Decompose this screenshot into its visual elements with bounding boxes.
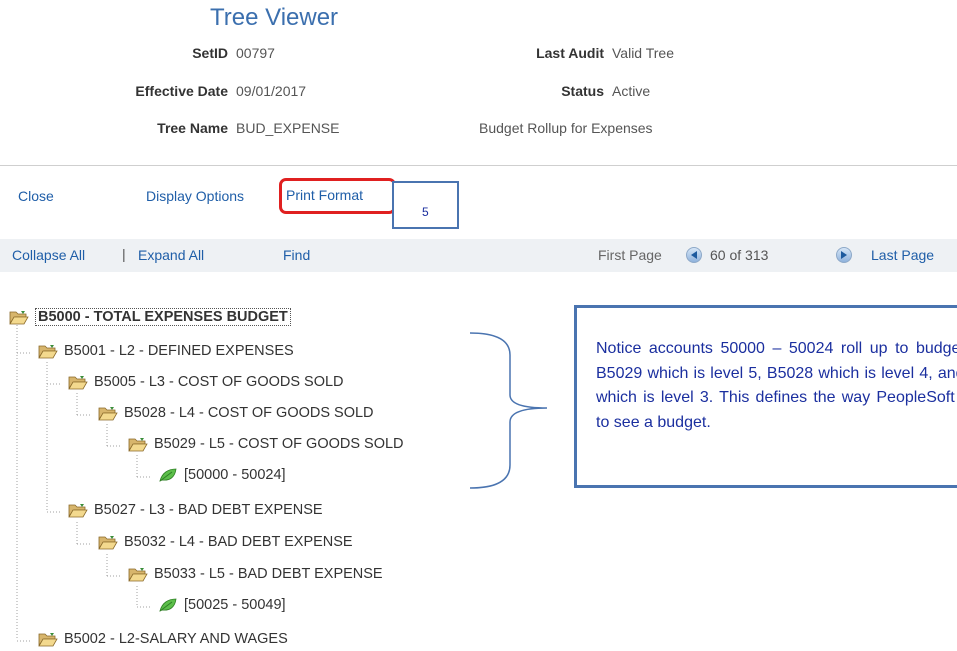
curly-brace-annotation [469,332,548,489]
tree-node-b5033[interactable]: B5033 - L5 - BAD DEBT EXPENSE [128,566,383,582]
tree-node-b5027[interactable]: B5027 - L3 - BAD DEBT EXPENSE [68,502,323,518]
tree-leaf-label: [50000 - 50024] [184,467,286,483]
open-folder-icon [38,633,58,647]
annotation-note-text: Notice accounts 50000 – 50024 roll up to… [596,340,957,431]
open-folder-icon [9,311,29,325]
tree-node-label: B5027 - L3 - BAD DEBT EXPENSE [94,502,323,518]
annotation-note: Notice accounts 50000 – 50024 roll up to… [574,305,957,488]
tree-node-b5005[interactable]: B5005 - L3 - COST OF GOODS SOLD [68,374,344,390]
tree-node-b5032[interactable]: B5032 - L4 - BAD DEBT EXPENSE [98,534,353,550]
open-folder-icon [68,504,88,518]
open-folder-icon [68,376,88,390]
tree-node-b5002[interactable]: B5002 - L2-SALARY AND WAGES [38,631,288,647]
tree-node-label: B5032 - L4 - BAD DEBT EXPENSE [124,534,353,550]
open-folder-icon [128,568,148,582]
tree-node-b5029[interactable]: B5029 - L5 - COST OF GOODS SOLD [128,436,404,452]
tree-node-label: B5005 - L3 - COST OF GOODS SOLD [94,374,344,390]
tree-node-root[interactable]: B5000 - TOTAL EXPENSES BUDGET [9,308,291,326]
open-folder-icon [38,345,58,359]
open-folder-icon [98,407,118,421]
open-folder-icon [98,536,118,550]
tree-node-label: B5000 - TOTAL EXPENSES BUDGET [35,308,291,326]
leaf-icon [159,468,177,482]
open-folder-icon [128,438,148,452]
tree-node-b5028[interactable]: B5028 - L4 - COST OF GOODS SOLD [98,405,374,421]
tree-node-label: B5028 - L4 - COST OF GOODS SOLD [124,405,374,421]
leaf-icon [159,598,177,612]
tree-leaf-50025-50049[interactable]: [50025 - 50049] [158,597,286,613]
tree-leaf-label: [50025 - 50049] [184,597,286,613]
tree-node-label: B5033 - L5 - BAD DEBT EXPENSE [154,566,383,582]
tree-node-b5001[interactable]: B5001 - L2 - DEFINED EXPENSES [38,343,294,359]
tree-node-label: B5029 - L5 - COST OF GOODS SOLD [154,436,404,452]
tree-leaf-50000-50024[interactable]: [50000 - 50024] [158,467,286,483]
tree-node-label: B5001 - L2 - DEFINED EXPENSES [64,343,294,359]
tree-node-label: B5002 - L2-SALARY AND WAGES [64,631,288,647]
